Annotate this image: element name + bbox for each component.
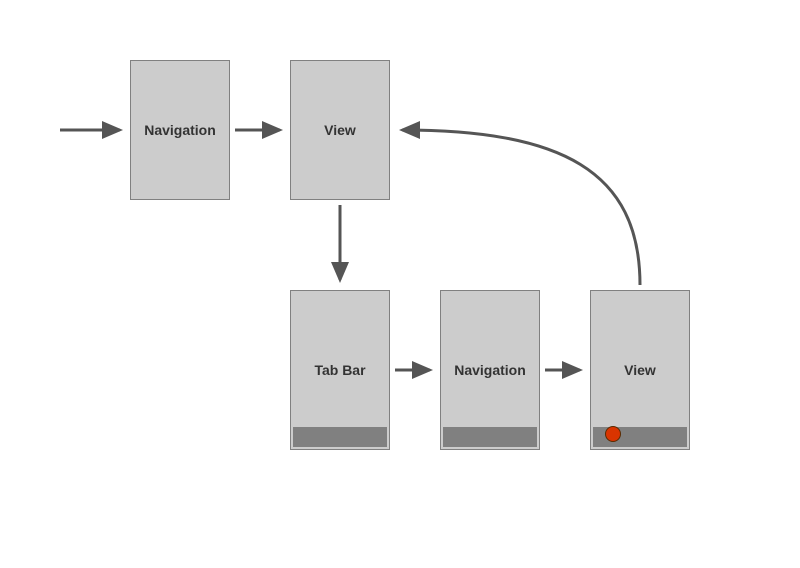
node-label: Navigation bbox=[144, 122, 216, 138]
node-navigation-1: Navigation bbox=[130, 60, 230, 200]
diagram-canvas: Navigation View Tab Bar Navigation View bbox=[0, 0, 800, 568]
node-tabbar: Tab Bar bbox=[290, 290, 390, 450]
tab-indicator-dot bbox=[605, 426, 621, 442]
node-view-1: View bbox=[290, 60, 390, 200]
node-label: View bbox=[324, 122, 356, 138]
node-label: Navigation bbox=[454, 362, 526, 378]
node-label: View bbox=[624, 362, 656, 378]
arrow-view2-to-view1 bbox=[402, 130, 640, 285]
node-view-2: View bbox=[590, 290, 690, 450]
tabbar-strip bbox=[443, 427, 537, 447]
tabbar-strip bbox=[293, 427, 387, 447]
arrows-layer bbox=[0, 0, 800, 568]
tabbar-strip bbox=[593, 427, 687, 447]
node-navigation-2: Navigation bbox=[440, 290, 540, 450]
node-label: Tab Bar bbox=[314, 362, 365, 378]
